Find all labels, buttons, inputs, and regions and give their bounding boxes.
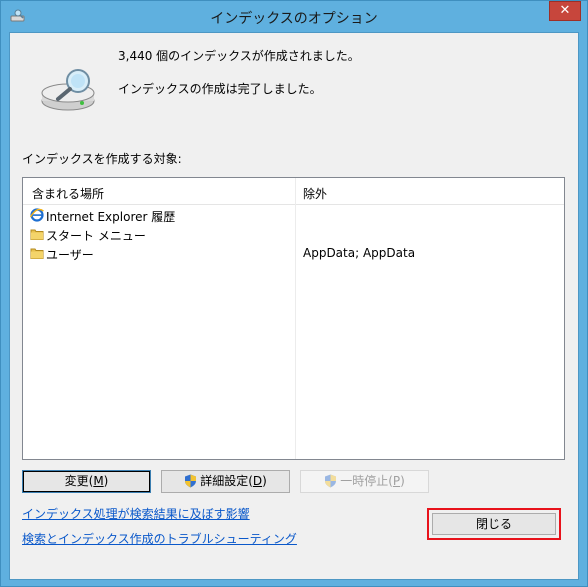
uac-shield-icon	[185, 474, 197, 488]
modify-button[interactable]: 変更(M)	[22, 470, 151, 493]
included-locations-label: インデックスを作成する対象:	[22, 152, 182, 166]
location-label: ユーザー	[46, 248, 94, 262]
column-header-exclude[interactable]: 除外	[303, 185, 327, 202]
list-item[interactable]: ユーザー AppData; AppData	[23, 244, 564, 263]
column-header-included[interactable]: 含まれる場所	[32, 185, 104, 202]
indexing-options-window: インデックスのオプション ✕ 3,440 個のインデックスが作成されました。 イ…	[0, 0, 588, 587]
window-close-button[interactable]: ✕	[549, 1, 581, 21]
title-bar[interactable]: インデックスのオプション ✕	[1, 1, 587, 32]
close-button[interactable]: 閉じる	[432, 513, 556, 535]
ie-icon	[30, 208, 44, 222]
folder-icon	[30, 229, 44, 240]
folder-icon	[30, 248, 44, 259]
location-label: スタート メニュー	[46, 229, 146, 243]
indexing-status-text: インデックスの作成は完了しました。	[118, 82, 322, 96]
location-label: Internet Explorer 履歴	[46, 210, 176, 224]
pause-button[interactable]: 一時停止(P)	[300, 470, 429, 493]
indexed-count-text: 3,440 個のインデックスが作成されました。	[118, 49, 360, 63]
indexing-drive-icon	[41, 69, 95, 111]
troubleshoot-link[interactable]: 検索とインデックス作成のトラブルシューティング	[22, 530, 297, 547]
indexing-impact-link[interactable]: インデックス処理が検索結果に及ぼす影響	[22, 505, 250, 522]
window-title: インデックスのオプション	[210, 11, 378, 27]
uac-shield-icon	[325, 474, 337, 488]
dialog-body: 3,440 個のインデックスが作成されました。 インデックスの作成は完了しました…	[9, 32, 579, 580]
list-header: 含まれる場所 除外	[23, 178, 564, 205]
exclude-label: AppData; AppData	[303, 246, 416, 260]
advanced-button[interactable]: 詳細設定(D)	[161, 470, 290, 493]
list-item[interactable]: スタート メニュー	[23, 225, 564, 244]
list-item[interactable]: Internet Explorer 履歴	[23, 206, 564, 225]
included-locations-list[interactable]: 含まれる場所 除外 Internet Explorer 履歴 スタート メニュー…	[22, 177, 565, 460]
close-button-highlight: 閉じる	[427, 508, 561, 540]
